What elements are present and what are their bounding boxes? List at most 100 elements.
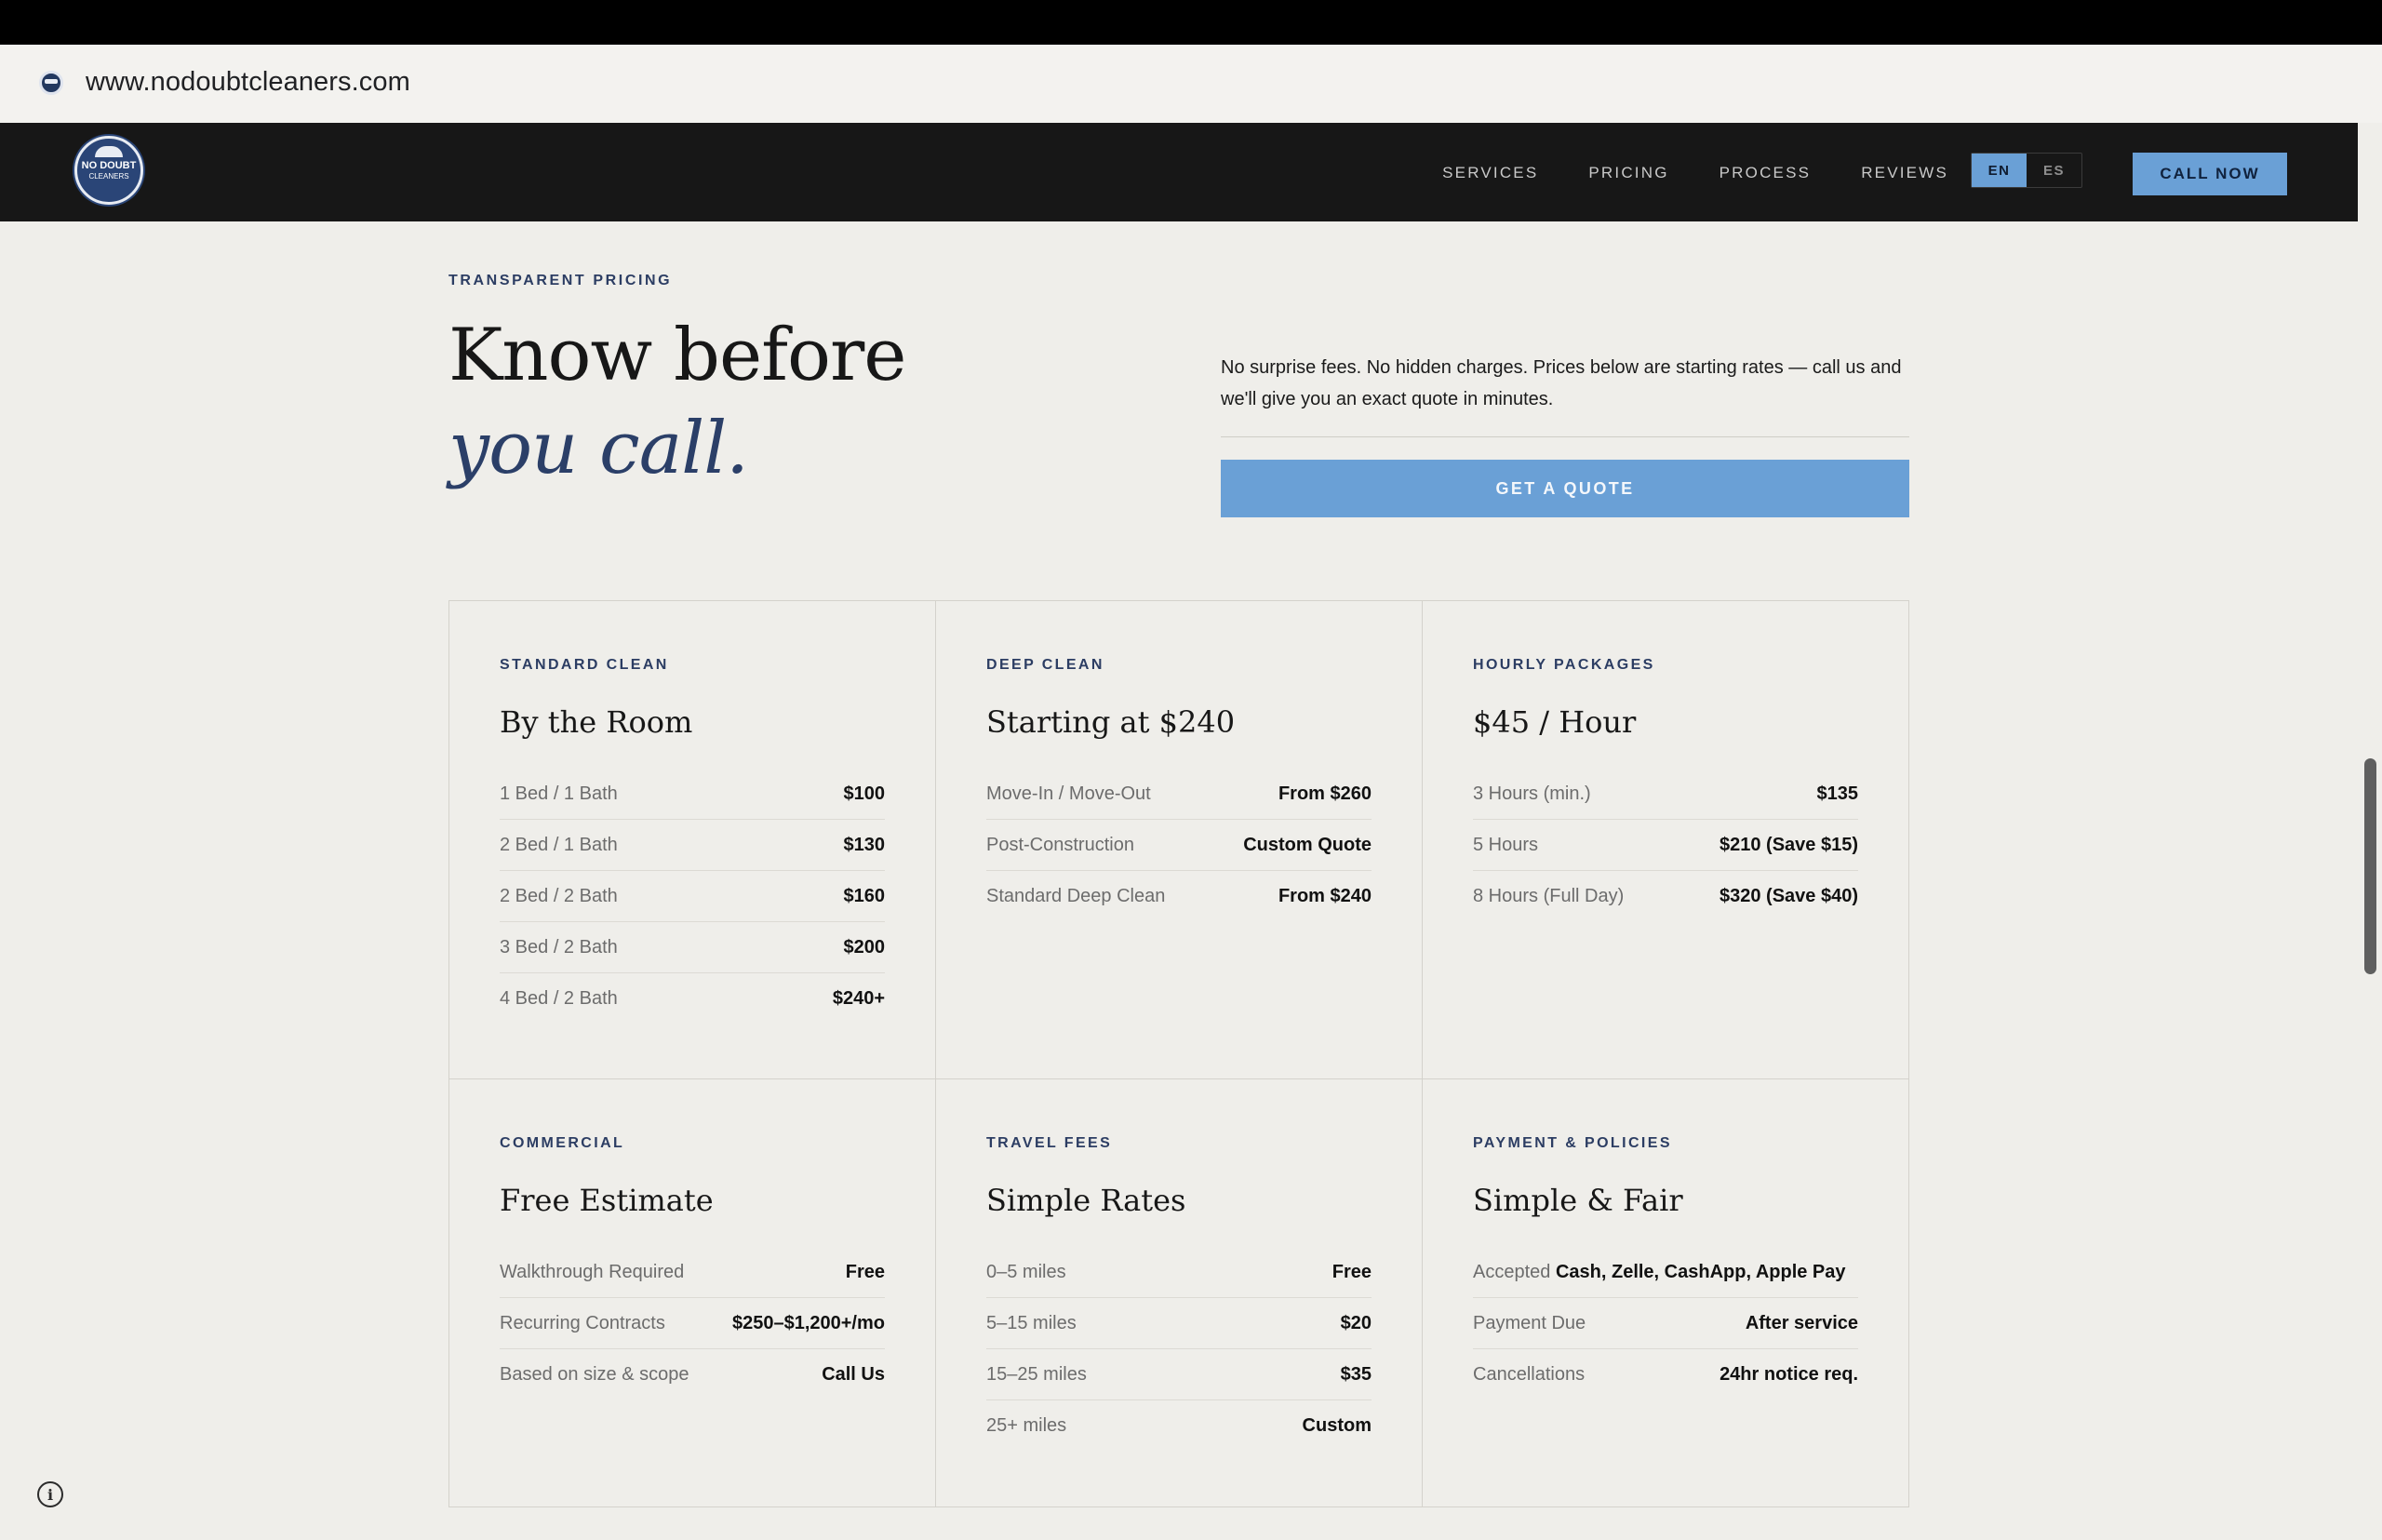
row-label: Based on size & scope: [500, 1364, 689, 1385]
nav-link-reviews[interactable]: REVIEWS: [1861, 164, 1948, 182]
row-label: Payment Due: [1473, 1312, 1586, 1333]
card-title: By the Room: [500, 704, 693, 740]
call-now-button[interactable]: CALL NOW: [2133, 153, 2287, 195]
language-toggle: EN ES: [1971, 153, 2082, 188]
pricing-card-deep: DEEP CLEAN Starting at $240 Move-In / Mo…: [936, 601, 1423, 1079]
row-label: 25+ miles: [986, 1415, 1067, 1436]
row-value: $135: [1816, 783, 1859, 804]
row-label: 2 Bed / 2 Bath: [500, 885, 618, 906]
get-quote-button[interactable]: GET A QUOTE: [1221, 460, 1909, 517]
row-value: $35: [1340, 1363, 1372, 1385]
row-label: Standard Deep Clean: [986, 886, 1166, 906]
logo-house-icon: [95, 146, 123, 157]
address-bar[interactable]: www.nodoubtcleaners.com: [0, 45, 2382, 123]
row-value: $130: [843, 834, 886, 855]
card-title: Free Estimate: [500, 1183, 714, 1218]
pricing-card-hourly: HOURLY PACKAGES $45 / Hour 3 Hours (min.…: [1423, 601, 1908, 1079]
nav-link-process[interactable]: PROCESS: [1720, 164, 1812, 182]
price-row: Payment Due After service: [1473, 1298, 1858, 1349]
row-value: $160: [843, 885, 886, 906]
page-title: Know before you call.: [448, 309, 906, 495]
price-row: Post-Construction Custom Quote: [986, 820, 1372, 871]
site-header: NO DOUBT CLEANERS SERVICES PRICING PROCE…: [0, 123, 2358, 221]
price-row: 1 Bed / 1 Bath $100: [500, 769, 885, 820]
lang-en-button[interactable]: EN: [1972, 154, 2027, 187]
pricing-card-travel: TRAVEL FEES Simple Rates 0–5 miles Free 5…: [936, 1079, 1423, 1507]
main-nav: SERVICES PRICING PROCESS REVIEWS: [1442, 164, 1948, 182]
row-label: Recurring Contracts: [500, 1312, 665, 1333]
brand-logo[interactable]: NO DOUBT CLEANERS: [74, 136, 143, 205]
price-row: 2 Bed / 2 Bath $160: [500, 871, 885, 922]
row-label: 5 Hours: [1473, 834, 1539, 855]
card-title: Starting at $240: [986, 704, 1236, 740]
row-value: 24hr notice req.: [1720, 1364, 1858, 1385]
nav-link-services[interactable]: SERVICES: [1442, 164, 1538, 182]
row-value: $200: [843, 936, 886, 957]
price-row: 2 Bed / 1 Bath $130: [500, 820, 885, 871]
row-label: Accepted Cash, Zelle, CashApp, Apple Pay: [1473, 1262, 1846, 1283]
url-text[interactable]: www.nodoubtcleaners.com: [86, 67, 410, 98]
price-row: Move-In / Move-Out From $260: [986, 769, 1372, 820]
card-title: Simple Rates: [986, 1183, 1186, 1218]
row-value: From $260: [1278, 783, 1372, 804]
logo-top-text: NO DOUBT: [81, 160, 137, 171]
price-row: Recurring Contracts $250–$1,200+/mo: [500, 1298, 885, 1349]
logo-bottom-text: CLEANERS: [88, 172, 129, 181]
row-label: 2 Bed / 1 Bath: [500, 834, 618, 855]
row-value: Call Us: [822, 1364, 885, 1385]
row-value: Custom: [1302, 1415, 1372, 1436]
price-row: Cancellations 24hr notice req.: [1473, 1349, 1858, 1400]
divider: [1221, 436, 1909, 437]
price-row: Based on size & scope Call Us: [500, 1349, 885, 1400]
price-row: Accepted Cash, Zelle, CashApp, Apple Pay: [1473, 1247, 1858, 1298]
row-value: Free: [1332, 1261, 1372, 1282]
info-icon[interactable]: i: [37, 1481, 63, 1507]
price-row: 3 Hours (min.) $135: [1473, 769, 1858, 820]
row-label: 8 Hours (Full Day): [1473, 886, 1625, 906]
headline-line-1: Know before: [448, 314, 906, 397]
row-value: $20: [1340, 1312, 1372, 1333]
card-eyebrow: DEEP CLEAN: [986, 657, 1104, 673]
price-row: Standard Deep Clean From $240: [986, 871, 1372, 922]
card-title: Simple & Fair: [1473, 1183, 1683, 1218]
row-value: $320 (Save $40): [1719, 886, 1858, 906]
card-title: $45 / Hour: [1473, 704, 1637, 740]
row-label: 3 Bed / 2 Bath: [500, 936, 618, 957]
row-value: After service: [1745, 1312, 1858, 1333]
scrollbar-thumb[interactable]: [2364, 758, 2376, 974]
row-label: 0–5 miles: [986, 1261, 1066, 1282]
pricing-card-payment: PAYMENT & POLICIES Simple & Fair Accepte…: [1423, 1079, 1908, 1507]
nav-link-pricing[interactable]: PRICING: [1588, 164, 1668, 182]
pricing-grid: STANDARD CLEAN By the Room 1 Bed / 1 Bat…: [448, 600, 1909, 1507]
pricing-intro: No surprise fees. No hidden charges. Pri…: [1221, 357, 1902, 409]
card-eyebrow: TRAVEL FEES: [986, 1135, 1113, 1151]
pricing-card-standard: STANDARD CLEAN By the Room 1 Bed / 1 Bat…: [449, 601, 936, 1079]
row-value: $240+: [832, 988, 885, 1009]
row-label: 5–15 miles: [986, 1312, 1077, 1333]
price-row: 8 Hours (Full Day) $320 (Save $40): [1473, 871, 1858, 922]
pricing-card-commercial: COMMERCIAL Free Estimate Walkthrough Req…: [449, 1079, 936, 1507]
accepted-methods: Cash, Zelle, CashApp, Apple Pay: [1555, 1261, 1846, 1282]
browser-top-bar: [0, 0, 2382, 45]
price-row: Walkthrough Required Free: [500, 1247, 885, 1298]
row-label: 1 Bed / 1 Bath: [500, 783, 618, 804]
card-eyebrow: PAYMENT & POLICIES: [1473, 1135, 1672, 1151]
card-eyebrow: COMMERCIAL: [500, 1135, 625, 1151]
price-row: 25+ miles Custom: [986, 1400, 1372, 1452]
row-value: $250–$1,200+/mo: [731, 1312, 885, 1333]
card-eyebrow: HOURLY PACKAGES: [1473, 657, 1655, 673]
row-label: 3 Hours (min.): [1473, 783, 1591, 804]
price-row: 4 Bed / 2 Bath $240+: [500, 973, 885, 1024]
row-value: $210 (Save $15): [1719, 834, 1858, 855]
row-value: From $240: [1278, 886, 1372, 906]
row-value: Free: [845, 1261, 885, 1282]
price-row: 0–5 miles Free: [986, 1247, 1372, 1298]
row-label: Walkthrough Required: [500, 1261, 685, 1282]
row-value: $100: [843, 783, 886, 804]
row-label: 15–25 miles: [986, 1363, 1087, 1385]
price-row: 3 Bed / 2 Bath $200: [500, 922, 885, 973]
lang-es-button[interactable]: ES: [2027, 154, 2081, 187]
section-eyebrow: TRANSPARENT PRICING: [448, 273, 673, 288]
card-eyebrow: STANDARD CLEAN: [500, 657, 669, 673]
site-favicon-icon: [39, 71, 63, 95]
